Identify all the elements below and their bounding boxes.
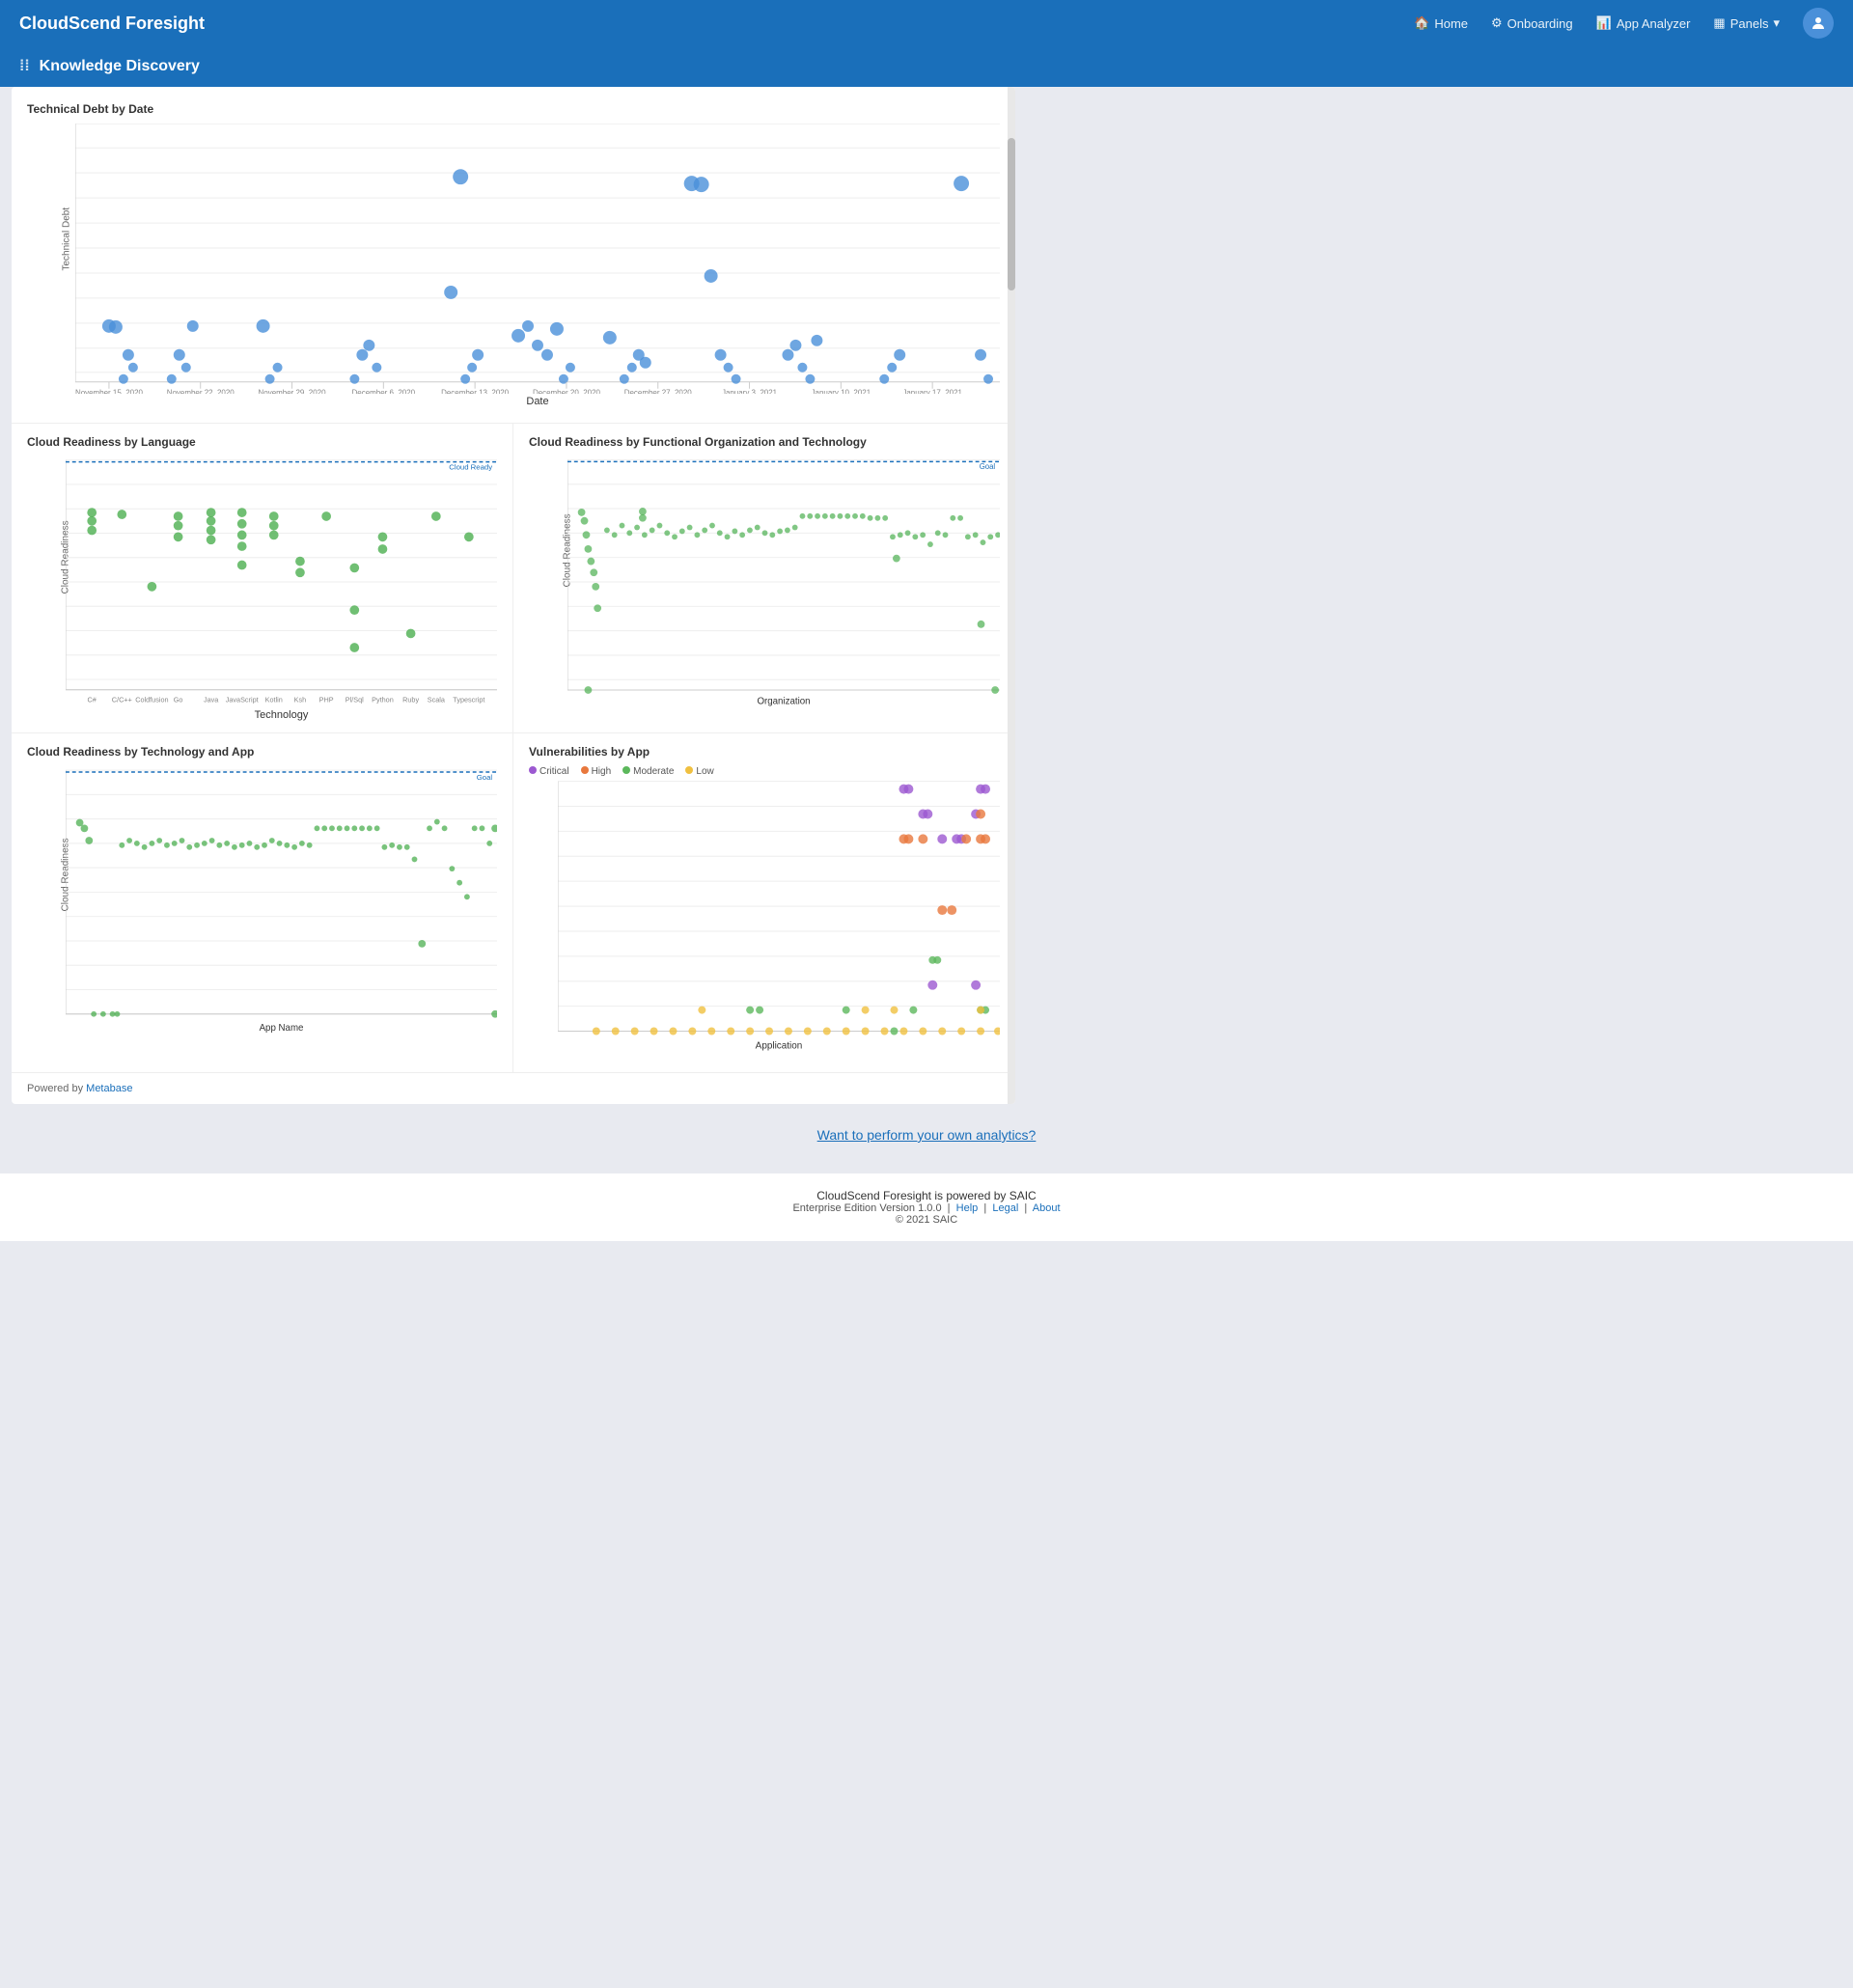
onboarding-icon: ⚙ bbox=[1491, 15, 1503, 31]
td-y-label: Technical Debt bbox=[61, 207, 71, 271]
svg-text:Goal: Goal bbox=[477, 773, 493, 782]
home-icon: 🏠 bbox=[1414, 15, 1429, 31]
svg-text:Java: Java bbox=[204, 695, 219, 704]
scroll-track[interactable] bbox=[1008, 87, 1015, 1104]
td-x-label: Date bbox=[75, 396, 1000, 407]
vulnerabilities-svg: 20 18 16 14 12 10 8 6 4 2 0 bbox=[558, 781, 1000, 1061]
user-avatar[interactable] bbox=[1803, 8, 1834, 39]
svg-text:Pl/Sql: Pl/Sql bbox=[346, 695, 364, 704]
svg-text:Organization: Organization bbox=[757, 697, 810, 707]
svg-text:App Name: App Name bbox=[260, 1023, 304, 1034]
svg-text:Go: Go bbox=[174, 695, 183, 704]
svg-text:January 3, 2021: January 3, 2021 bbox=[722, 389, 778, 394]
row-2-charts: Cloud Readiness by Language Cloud Readin… bbox=[12, 423, 1015, 732]
footer-about-link[interactable]: About bbox=[1033, 1202, 1061, 1214]
svg-text:PHP: PHP bbox=[319, 695, 334, 704]
app-brand[interactable]: CloudScend Foresight bbox=[19, 14, 205, 34]
svg-text:Application: Application bbox=[756, 1040, 803, 1051]
scroll-thumb[interactable] bbox=[1008, 138, 1015, 290]
svg-text:C/C++: C/C++ bbox=[112, 695, 132, 704]
cloud-readiness-language-chart: Cloud Readiness by Language Cloud Readin… bbox=[12, 424, 513, 732]
svg-text:January 17, 2021: January 17, 2021 bbox=[902, 389, 962, 394]
footer-version: Enterprise Edition Version 1.0.0 | Help … bbox=[15, 1202, 1838, 1214]
analytics-link[interactable]: Want to perform your own analytics? bbox=[817, 1127, 1037, 1143]
legend-moderate: Moderate bbox=[622, 766, 674, 777]
cloud-readiness-lang-svg: Cloud Ready 1 0.9 0.8 0.7 0.6 0.5 0.4 0.… bbox=[66, 456, 497, 707]
site-footer: CloudScend Foresight is powered by SAIC … bbox=[0, 1173, 1853, 1241]
cr-lang-x-label: Technology bbox=[66, 709, 497, 721]
cloud-readiness-org-chart: Cloud Readiness by Functional Organizati… bbox=[513, 424, 1015, 732]
chevron-down-icon: ▾ bbox=[1773, 15, 1780, 31]
svg-text:December 13, 2020: December 13, 2020 bbox=[441, 389, 510, 394]
cloud-readiness-app-chart: Cloud Readiness by Technology and App Cl… bbox=[12, 733, 513, 1072]
svg-text:Ruby: Ruby bbox=[402, 695, 419, 704]
knowledge-discovery-icon: ⁞⁞ bbox=[19, 58, 30, 75]
nav-app-analyzer[interactable]: 📊 App Analyzer bbox=[1596, 15, 1691, 31]
svg-text:December 6, 2020: December 6, 2020 bbox=[352, 389, 416, 394]
svg-text:Ksh: Ksh bbox=[294, 695, 307, 704]
page-title: Knowledge Discovery bbox=[40, 58, 200, 75]
panels-icon: ▦ bbox=[1713, 15, 1725, 31]
vulnerabilities-chart: Vulnerabilities by App Critical High Mod… bbox=[513, 733, 1015, 1072]
footer-help-link[interactable]: Help bbox=[956, 1202, 979, 1214]
svg-text:Scala: Scala bbox=[428, 695, 446, 704]
legend-low: Low bbox=[685, 766, 713, 777]
footer-legal-link[interactable]: Legal bbox=[992, 1202, 1018, 1214]
svg-text:November 22, 2020: November 22, 2020 bbox=[167, 389, 235, 394]
footer-copyright: © 2021 SAIC bbox=[15, 1214, 1838, 1226]
svg-text:Python: Python bbox=[372, 695, 394, 704]
powered-by: Powered by Metabase bbox=[12, 1072, 1015, 1104]
analyzer-icon: 📊 bbox=[1596, 15, 1612, 31]
nav-onboarding[interactable]: ⚙ Onboarding bbox=[1491, 15, 1573, 31]
page-header: ⁞⁞ Knowledge Discovery bbox=[0, 46, 1853, 87]
legend-high: High bbox=[581, 766, 612, 777]
technical-debt-chart: Technical Debt by Date Technical Debt bbox=[12, 87, 1015, 423]
svg-text:C#: C# bbox=[88, 695, 97, 704]
legend-critical: Critical bbox=[529, 766, 569, 777]
navbar: CloudScend Foresight 🏠 Home ⚙ Onboarding… bbox=[0, 0, 1853, 46]
nav-items: 🏠 Home ⚙ Onboarding 📊 App Analyzer ▦ Pan… bbox=[1414, 8, 1834, 39]
svg-text:December 27, 2020: December 27, 2020 bbox=[624, 389, 693, 394]
technical-debt-svg: 220,000 200,000 180,000 160,000 140,000 … bbox=[75, 124, 1000, 394]
dashboard-card: Technical Debt by Date Technical Debt bbox=[12, 87, 1015, 1104]
svg-text:January 10, 2021: January 10, 2021 bbox=[812, 389, 871, 394]
svg-text:Typescript: Typescript bbox=[453, 695, 484, 704]
technical-debt-title: Technical Debt by Date bbox=[27, 102, 1000, 116]
metabase-link[interactable]: Metabase bbox=[86, 1083, 132, 1094]
svg-text:Coldfusion: Coldfusion bbox=[135, 695, 168, 704]
cloud-readiness-app-svg: Goal 1 0.9 0.8 0.7 0.6 0.5 0.4 0.3 0.2 0… bbox=[66, 766, 497, 1046]
svg-text:Goal: Goal bbox=[980, 462, 996, 471]
analytics-section: Want to perform your own analytics? bbox=[0, 1104, 1853, 1166]
cloud-readiness-org-svg: Goal 1 0.9 0.8 0.7 0.6 0.5 0.4 0.3 0.2 0… bbox=[567, 456, 1000, 707]
svg-text:Kotlin: Kotlin bbox=[265, 695, 283, 704]
footer-brand: CloudScend Foresight is powered by SAIC bbox=[15, 1189, 1838, 1202]
nav-home[interactable]: 🏠 Home bbox=[1414, 15, 1468, 31]
svg-text:December 20, 2020: December 20, 2020 bbox=[533, 389, 601, 394]
svg-text:November 15, 2020: November 15, 2020 bbox=[75, 389, 143, 394]
nav-panels[interactable]: ▦ Panels ▾ bbox=[1713, 15, 1780, 31]
svg-text:November 29, 2020: November 29, 2020 bbox=[259, 389, 327, 394]
row-3-charts: Cloud Readiness by Technology and App Cl… bbox=[12, 732, 1015, 1072]
vuln-legend: Critical High Moderate Low bbox=[529, 766, 1000, 777]
svg-text:JavaScript: JavaScript bbox=[226, 695, 259, 704]
svg-text:Cloud Ready: Cloud Ready bbox=[449, 462, 492, 471]
